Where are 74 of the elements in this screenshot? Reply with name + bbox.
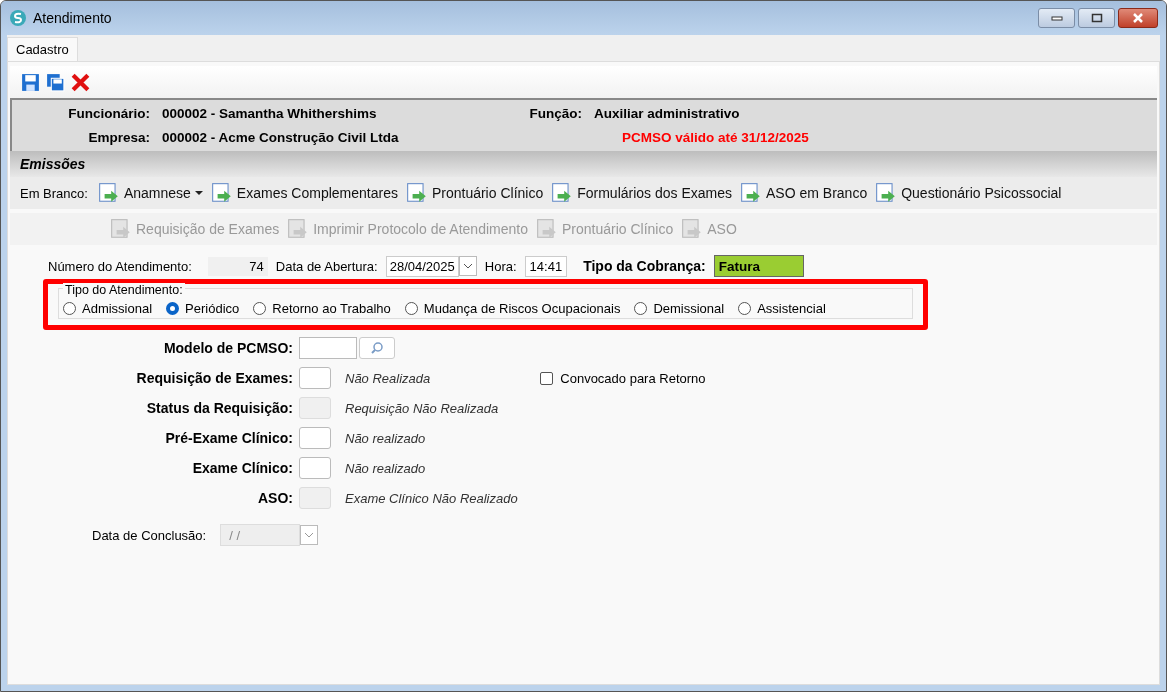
field-label: Pré-Exame Clínico: [164,430,294,446]
field-label: Modelo de PCMSO: [162,340,294,356]
radio-option[interactable]: Periódico [166,301,240,316]
radio-option[interactable]: Mudança de Riscos Ocupacionais [404,301,621,316]
document-arrow-icon [875,182,898,204]
status-text: Não realizado [345,460,426,476]
document-arrow-icon [287,218,310,240]
dropdown-button[interactable] [300,525,319,545]
radio-option[interactable]: Retorno ao Trabalho [253,301,391,316]
input-field[interactable] [299,337,357,359]
radio-option[interactable]: Demissional [634,301,725,316]
maximize-button[interactable] [1078,8,1115,28]
group-title: Tipo do Atendimento: [63,283,185,297]
tab[interactable]: Cadastro [7,37,78,61]
field-label: Número do Atendimento: [48,258,192,274]
field-value: Auxiliar administrativo [594,106,740,121]
save-icon[interactable] [20,71,41,93]
time-field[interactable]: 14:41 [524,255,568,277]
print-button[interactable]: Questionário Psicossocial [875,182,1062,204]
document-arrow-icon [551,182,574,204]
window-title: Atendimento [33,10,112,26]
field-label: Data de Abertura: [275,258,378,274]
checkbox-option[interactable]: Convocado para Retorno [540,370,706,386]
document-arrow-icon [535,218,558,240]
warning-text: PCMSO válido até 31/12/2025 [622,130,809,145]
chevron-down-icon [462,263,473,269]
status-text: Exame Clínico Não Realizado [345,490,518,506]
input-field[interactable] [299,367,331,389]
status-text: Não realizado [345,430,426,446]
document-arrow-icon [405,182,428,204]
field-label: Status da Requisição: [145,400,294,416]
field-label: Requisição de Exames: [135,370,294,386]
document-arrow-icon [210,182,233,204]
print-button[interactable]: ASO em Branco [740,182,868,204]
print-button[interactable]: Prontuário Clínico [405,182,544,204]
field-label: Data de Conclusão: [92,527,207,543]
print-button[interactable]: Anamnese [97,182,203,204]
section-title: Emissões [20,156,86,172]
field-label: Função: [528,106,583,121]
field-label: Hora: [484,258,517,274]
close-button[interactable] [1118,8,1158,28]
toolbar-label: Em Branco: [20,185,88,201]
field-label: Exame Clínico: [191,460,294,476]
field-value: 000002 - Acme Construção Civil Ltda [162,130,400,145]
field-label: ASO: [257,490,294,506]
input-field[interactable] [299,457,331,479]
field-label: Funcionário: [67,106,151,121]
status-text: Não Realizada [345,370,431,386]
input-field[interactable] [299,427,331,449]
field-value: 000002 - Samantha Whithershims [162,106,378,121]
search-button[interactable] [359,337,395,359]
date-field[interactable]: 28/04/2025 [385,255,459,277]
radio-option[interactable]: Assistencial [738,301,826,316]
field-label: Empresa: [87,130,151,145]
close-icon [1132,13,1144,23]
app-logo-icon [9,9,27,27]
field-label: Tipo da Cobrança: [583,258,706,274]
chevron-down-icon [304,532,315,538]
number-field: 74 [207,256,268,276]
caret-icon [194,190,203,196]
document-arrow-icon [110,218,132,240]
minimize-icon [1050,15,1063,21]
document-arrow-icon [681,218,704,240]
print-button[interactable]: Exames Complementares [210,182,398,204]
print-button[interactable]: Formulários dos Exames [551,182,733,204]
radio-option[interactable]: Admissional [63,301,153,316]
save-copy-icon[interactable] [45,71,66,93]
document-arrow-icon [740,182,763,204]
status-text: Requisição Não Realizada [345,400,499,416]
maximize-icon [1090,13,1103,23]
delete-icon[interactable] [70,71,91,93]
billing-field: Fatura [713,255,804,277]
search-icon [370,341,384,355]
document-arrow-icon [97,182,120,204]
